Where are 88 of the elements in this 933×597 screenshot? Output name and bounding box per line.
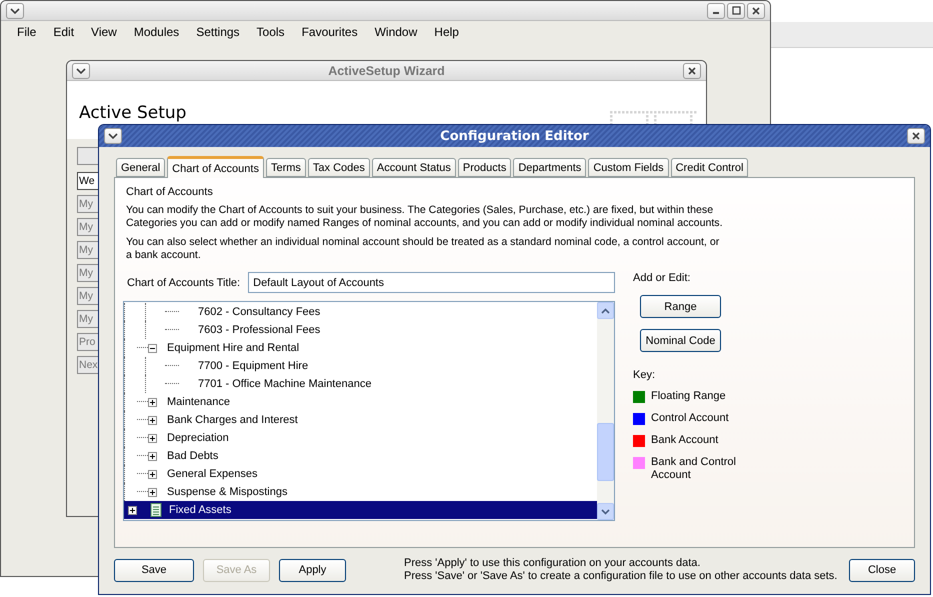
tab[interactable]: Terms	[266, 158, 306, 177]
window-menu-button[interactable]	[104, 128, 122, 144]
close-dialog-button[interactable]: Close	[849, 558, 915, 582]
tree-item-label: 7700 - Equipment Hire	[197, 359, 310, 373]
close-icon	[752, 6, 760, 14]
menu-icon	[76, 68, 86, 74]
window-title: Configuration Editor	[439, 128, 590, 144]
tree-item[interactable]: 7700 - Equipment Hire	[124, 357, 597, 375]
tree-item[interactable]: Bank Charges and Interest	[124, 411, 597, 429]
menu-item[interactable]: Tools	[248, 25, 294, 39]
description-text: You can modify the Chart of Accounts to suit your business. The Categories (Sales, Purchase, etc.) are fixed, but within these Categories you can add or modify named Ranges of nominal accounts, and you can add or modify individual nominal accounts.	[126, 204, 724, 230]
menu-icon	[10, 8, 20, 14]
tree-item[interactable]: Maintenance	[124, 393, 597, 411]
tab[interactable]: Chart of Accounts	[167, 156, 264, 178]
field-label: Chart of Accounts Title:	[127, 276, 240, 288]
tree-item-label: 7701 - Office Machine Maintenance	[197, 377, 372, 391]
window-menu-button[interactable]	[6, 2, 24, 18]
section-label: Add or Edit:	[633, 272, 692, 284]
tree-item[interactable]: 7701 - Office Machine Maintenance	[124, 375, 597, 393]
tree-item[interactable]: Equipment Hire and Rental	[124, 339, 597, 357]
menu-icon	[108, 133, 118, 139]
tree-item-label: 7602 - Consultancy Fees	[197, 305, 322, 319]
tree-item-label: Fixed Assets	[168, 503, 232, 517]
tab[interactable]: Departments	[513, 158, 586, 177]
document-icon	[150, 503, 162, 517]
menu-item[interactable]: Window	[366, 25, 426, 39]
tree-item-label: Suspense & Mispostings	[166, 485, 288, 499]
menu-item[interactable]: Help	[426, 25, 468, 39]
tree-item-label: Depreciation	[166, 431, 230, 445]
tab[interactable]: Credit Control	[670, 158, 748, 177]
add-edit-button[interactable]: Nominal Code	[640, 329, 721, 352]
window-menu-button[interactable]	[72, 62, 90, 78]
expand-icon[interactable]	[148, 488, 157, 496]
close-icon	[688, 66, 696, 74]
tree-item-label: 7603 - Professional Fees	[197, 323, 322, 337]
tree-item-label: Bank Charges and Interest	[166, 413, 299, 427]
close-icon	[912, 132, 920, 140]
tab[interactable]: Custom Fields	[588, 158, 669, 177]
title-field[interactable]: Default Layout of Accounts	[248, 272, 615, 293]
wizard-heading: Active Setup	[79, 105, 186, 122]
expand-icon[interactable]	[148, 416, 157, 424]
expand-icon[interactable]	[148, 434, 157, 442]
expand-icon[interactable]	[148, 470, 157, 478]
menu-item[interactable]: View	[83, 25, 126, 39]
legend-label: Floating Range	[651, 390, 727, 403]
window-title: ActiveSetup Wizard	[327, 64, 446, 78]
legend-label: Bank Account	[651, 434, 720, 447]
close-button[interactable]	[747, 2, 765, 18]
expand-icon[interactable]	[128, 506, 137, 514]
tree-item[interactable]: Bad Debts	[124, 447, 597, 465]
footer-button[interactable]: Apply	[279, 558, 346, 582]
menu-item[interactable]: Favourites	[294, 25, 367, 39]
tab[interactable]: Account Status	[372, 158, 456, 177]
legend-label: Control Account	[651, 412, 730, 425]
description-text: You can also select whether an individual nominal account should be treated as a standard nominal code, a control account, or a bank account.	[126, 236, 720, 262]
section-title: Chart of Accounts	[126, 186, 214, 198]
expand-icon[interactable]	[148, 398, 157, 406]
expand-icon[interactable]	[148, 452, 157, 460]
scroll-down-icon[interactable]	[597, 503, 614, 520]
tree-item[interactable]: 7602 - Consultancy Fees	[124, 303, 597, 321]
tree-item[interactable]: General Expenses	[124, 465, 597, 483]
menu-item[interactable]: Edit	[45, 25, 84, 39]
tree-item[interactable]: Depreciation	[124, 429, 597, 447]
menu-item[interactable]: File	[9, 25, 46, 39]
footer-note: Press 'Apply' to use this configuration on your accounts data. Press 'Save' or 'Save As' to create a configuration file to use on other accounts data sets.	[404, 557, 838, 583]
menu-item[interactable]: Modules	[126, 25, 188, 39]
close-button[interactable]	[683, 62, 701, 78]
tab[interactable]: Tax Codes	[308, 158, 370, 177]
close-button[interactable]	[907, 128, 925, 144]
key-label: Key:	[633, 369, 656, 381]
scrollbar[interactable]	[597, 302, 614, 520]
minimize-button[interactable]	[707, 2, 725, 18]
tree-item[interactable]: Fixed Assets	[124, 501, 597, 519]
menu-item[interactable]: Settings	[188, 25, 249, 39]
legend-label: Bank and Control Account	[651, 456, 737, 482]
tab[interactable]: General	[116, 158, 166, 177]
tree-item[interactable]: 7603 - Professional Fees	[124, 321, 597, 339]
tab[interactable]: Products	[458, 158, 512, 177]
tree-item-label: General Expenses	[166, 467, 258, 481]
add-edit-button[interactable]: Range	[640, 295, 721, 318]
collapse-icon[interactable]	[148, 344, 157, 352]
footer-button[interactable]: Save	[114, 558, 194, 582]
tree-item-label: Bad Debts	[166, 449, 220, 463]
scroll-up-icon[interactable]	[597, 302, 614, 319]
maximize-icon	[732, 6, 740, 15]
maximize-button[interactable]	[727, 2, 745, 18]
tree-item-label: Equipment Hire and Rental	[166, 341, 300, 355]
tree-item-label: Maintenance	[166, 395, 231, 409]
